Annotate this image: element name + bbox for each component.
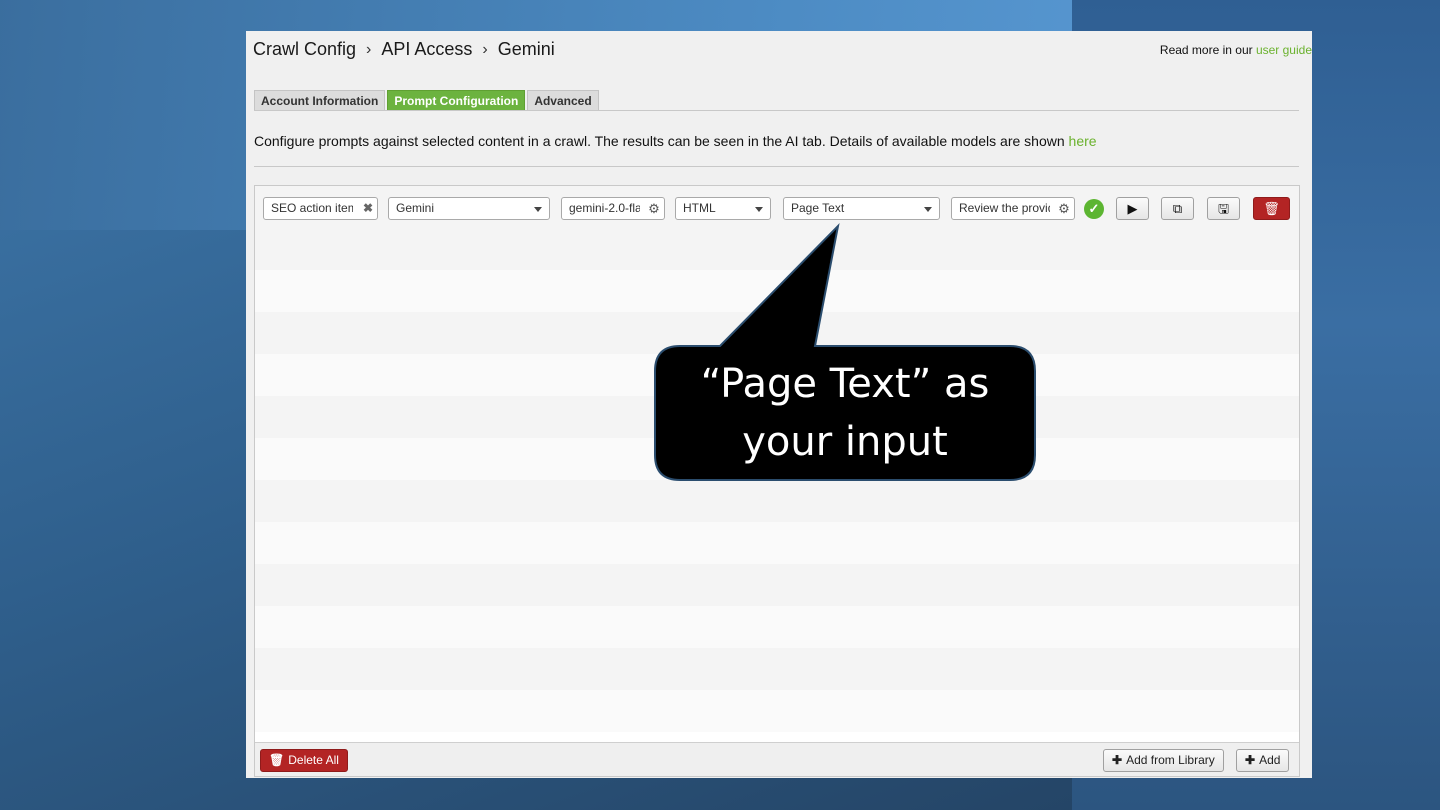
plus-icon: ✚ <box>1112 753 1123 767</box>
copy-icon: ⧉ <box>1172 201 1183 216</box>
add-label: Add <box>1259 753 1281 767</box>
models-here-link[interactable]: here <box>1069 133 1097 149</box>
divider <box>254 166 1299 167</box>
prompt-name-input[interactable]: SEO action item ✖ <box>263 197 378 220</box>
tab-account-information[interactable]: Account Information <box>254 90 386 110</box>
run-button[interactable]: ▶ <box>1116 197 1149 220</box>
tab-prompt-configuration[interactable]: Prompt Configuration <box>387 90 526 110</box>
add-from-library-label: Add from Library <box>1126 753 1215 767</box>
gear-icon[interactable]: ⚙ <box>1057 198 1071 219</box>
breadcrumb-separator: › <box>482 40 488 58</box>
breadcrumb: Crawl Config › API Access › Gemini <box>253 39 555 60</box>
save-icon: 🖫 <box>1217 201 1230 216</box>
delete-all-label: Delete All <box>288 753 339 767</box>
tab-advanced[interactable]: Advanced <box>527 90 599 110</box>
duplicate-button[interactable]: ⧉ <box>1161 197 1194 220</box>
input-source-value: Page Text <box>791 201 845 215</box>
table-row <box>255 648 1299 690</box>
valid-check-icon: ✓ <box>1084 199 1104 219</box>
user-guide-link[interactable]: user guide <box>1256 43 1312 57</box>
add-button[interactable]: ✚ Add <box>1236 749 1290 772</box>
input-source-select[interactable]: Page Text <box>783 197 940 220</box>
delete-row-button[interactable]: 🗑 <box>1253 197 1290 220</box>
caret-down-icon <box>755 207 763 212</box>
save-button[interactable]: 🖫 <box>1207 197 1240 220</box>
caret-down-icon <box>924 207 932 212</box>
content-type-value: HTML <box>683 201 716 215</box>
model-value: gemini-2.0-flash <box>569 201 640 215</box>
trash-icon: 🗑 <box>269 753 285 767</box>
callout-line-1: “Page Text” as <box>700 361 990 407</box>
table-row <box>255 270 1299 312</box>
read-more-text: Read more in our <box>1159 43 1256 57</box>
caret-down-icon <box>534 207 542 212</box>
clear-icon[interactable]: ✖ <box>363 198 373 219</box>
table-row <box>255 228 1299 270</box>
description-text: Configure prompts against selected conte… <box>254 133 1069 149</box>
play-icon: ▶ <box>1127 201 1138 216</box>
table-footer: 🗑 Delete All ✚ Add from Library ✚ Add <box>255 742 1299 776</box>
empty-rows <box>255 228 1299 732</box>
read-more: Read more in our user guide <box>1160 43 1312 57</box>
prompt-row: SEO action item ✖ Gemini gemini-2.0-flas… <box>255 186 1299 230</box>
content-type-select[interactable]: HTML <box>675 197 771 220</box>
delete-all-button[interactable]: 🗑 Delete All <box>260 749 348 772</box>
model-input[interactable]: gemini-2.0-flash ⚙ <box>561 197 665 220</box>
gear-icon[interactable]: ⚙ <box>647 198 661 219</box>
prompt-text-input[interactable]: Review the provided ⚙ <box>951 197 1075 220</box>
prompt-text-value: Review the provided <box>959 201 1050 215</box>
breadcrumb-gemini: Gemini <box>497 39 555 59</box>
prompt-name-value: SEO action item <box>271 201 353 215</box>
description: Configure prompts against selected conte… <box>254 133 1097 149</box>
table-row <box>255 564 1299 606</box>
trash-icon: 🗑 <box>1263 201 1280 216</box>
table-row <box>255 606 1299 648</box>
table-row <box>255 690 1299 732</box>
callout-line-2: your input <box>742 419 948 465</box>
table-row <box>255 480 1299 522</box>
add-from-library-button[interactable]: ✚ Add from Library <box>1103 749 1224 772</box>
callout-text: “Page Text” as your input <box>655 346 1035 480</box>
provider-value: Gemini <box>396 201 435 215</box>
plus-icon: ✚ <box>1245 753 1256 767</box>
table-row <box>255 522 1299 564</box>
breadcrumb-crawl-config[interactable]: Crawl Config <box>253 39 356 60</box>
provider-select[interactable]: Gemini <box>388 197 550 220</box>
tab-bar: Account Information Prompt Configuration… <box>254 89 1299 111</box>
breadcrumb-api-access[interactable]: API Access <box>381 39 472 60</box>
prompt-table: SEO action item ✖ Gemini gemini-2.0-flas… <box>254 185 1300 777</box>
breadcrumb-separator: › <box>366 40 372 58</box>
